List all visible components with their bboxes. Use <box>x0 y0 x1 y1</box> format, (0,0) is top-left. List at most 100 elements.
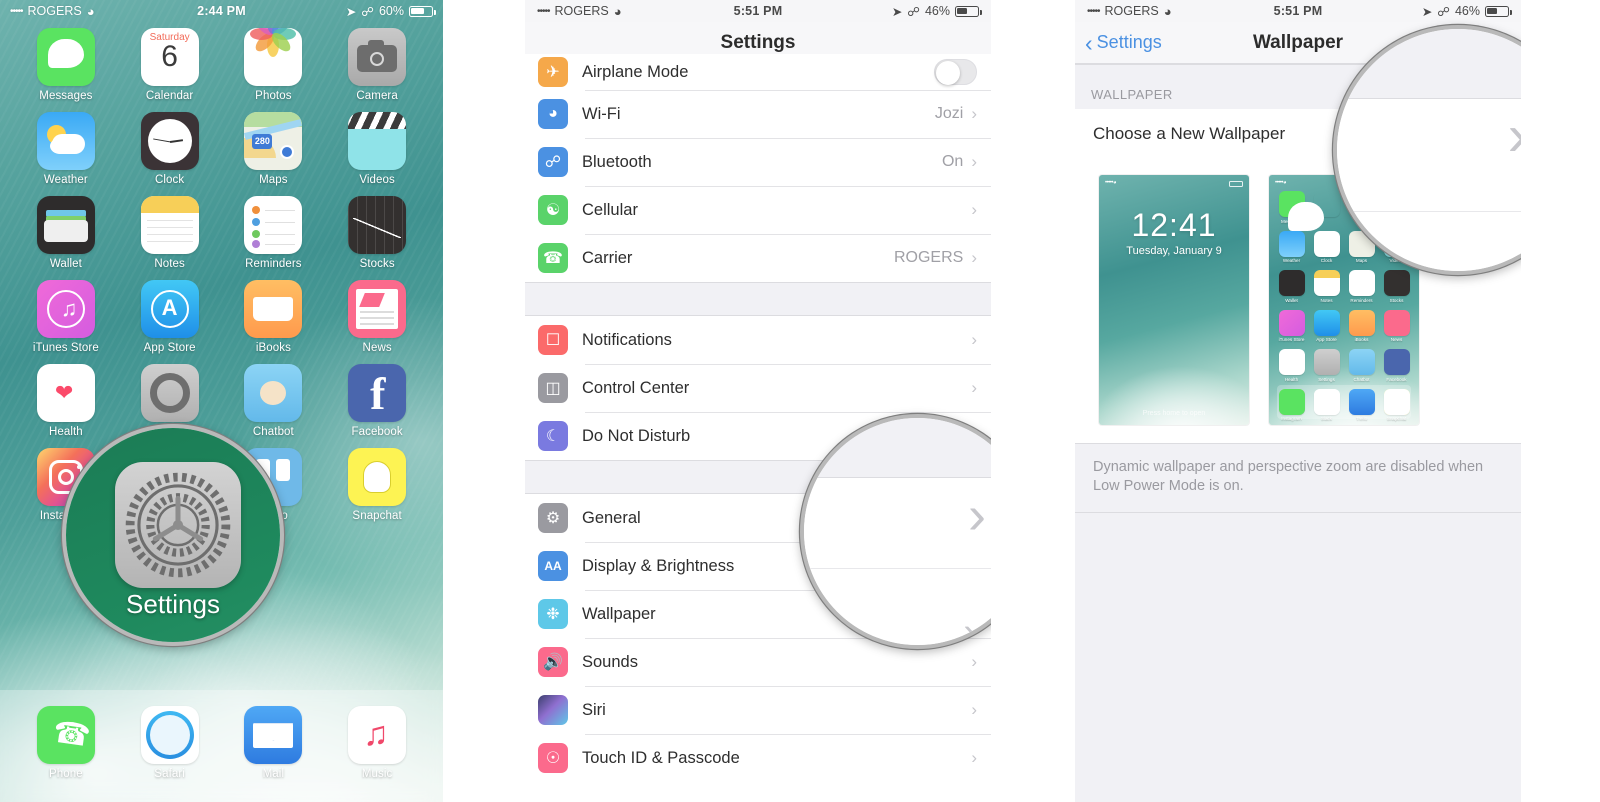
row-label: Cellular <box>582 200 638 219</box>
carrier-label: ROGERS <box>27 4 82 18</box>
settings-row-bluetooth[interactable]: ☍ Bluetooth On › <box>525 138 991 186</box>
screenshot-stage: ••••• ROGERS ◕ 2:44 PM ➤ ☍ 60% Messages … <box>0 0 1600 802</box>
app-icon-camera[interactable]: Camera <box>325 28 429 102</box>
wallpaper-footer-note: Dynamic wallpaper and perspective zoom a… <box>1075 443 1521 513</box>
settings-gear-icon <box>140 364 199 422</box>
app-label: iBooks <box>255 342 291 354</box>
dock-item-phone[interactable]: ☎ Phone <box>14 706 118 802</box>
mail-envelope-icon <box>244 706 303 764</box>
app-icon-maps[interactable]: 280 Maps <box>222 112 326 186</box>
app-icon-stocks[interactable]: Stocks <box>325 196 429 270</box>
app-label: Phone <box>48 768 83 780</box>
app-label: Messages <box>39 90 93 102</box>
lock-screen-wallpaper-preview[interactable]: •••••◕ 12:41 Tuesday, January 9 Press ho… <box>1099 175 1249 425</box>
app-icon-facebook[interactable]: f Facebook <box>325 364 429 438</box>
chevron-right-icon: › <box>971 104 977 123</box>
carrier-phone-icon: ☎ <box>538 243 568 273</box>
app-label: Facebook <box>351 426 403 438</box>
preview-app: iTunes Store <box>1277 309 1306 342</box>
dock-item-safari[interactable]: Safari <box>118 706 222 802</box>
app-icon-messages[interactable]: Messages <box>14 28 118 102</box>
preview-app: Wallet <box>1277 270 1306 303</box>
chevron-left-icon: ‹ <box>1085 29 1093 56</box>
row-label: Control Center <box>582 378 690 397</box>
choose-wallpaper-magnifier-callout: › <box>1333 25 1521 275</box>
wallpaper-settings-panel: ••••• ROGERS ◕ 5:51 PM ➤ ☍ 46% ‹ Setting… <box>1075 0 1521 802</box>
airplane-icon: ✈ <box>538 57 568 87</box>
row-label: Airplane Mode <box>582 62 689 81</box>
row-label: Carrier <box>582 248 633 267</box>
control-center-icon: ◫ <box>538 373 568 403</box>
facebook-icon: f <box>348 364 407 422</box>
general-gear-icon: ⚙ <box>538 503 568 533</box>
app-icon-itunes-store[interactable]: ♫ iTunes Store <box>14 280 118 354</box>
bluetooth-icon: ☍ <box>907 4 920 19</box>
app-icon-health[interactable]: ❤ Health <box>14 364 118 438</box>
reminders-icon <box>244 196 303 254</box>
app-store-icon: A <box>140 280 199 338</box>
bluetooth-icon: ☍ <box>538 147 568 177</box>
app-icon-chatbot[interactable]: Chatbot <box>222 364 326 438</box>
app-label: Safari <box>154 768 185 780</box>
settings-row-control-center[interactable]: ◫ Control Center › <box>525 364 991 412</box>
preview-lock-date: Tuesday, January 9 <box>1126 245 1222 257</box>
calendar-icon: Saturday 6 <box>140 28 199 86</box>
app-icon-calendar[interactable]: Saturday 6 Calendar <box>118 28 222 102</box>
app-label: Music <box>361 768 393 780</box>
wifi-icon: ◕ <box>538 99 568 129</box>
row-value: On <box>941 153 964 170</box>
settings-row-wifi[interactable]: ◕ Wi-Fi Jozi › <box>525 90 991 138</box>
app-icon-clock[interactable]: Clock <box>118 112 222 186</box>
row-label: Bluetooth <box>582 152 652 171</box>
row-value: Jozi <box>934 105 964 122</box>
app-label: Wallet <box>49 258 82 270</box>
location-arrow-icon: ➤ <box>1421 4 1433 19</box>
app-icon-wallet[interactable]: Wallet <box>14 196 118 270</box>
settings-list-panel: ••••• ROGERS ◕ 5:51 PM ➤ ☍ 46% Settings … <box>525 0 991 802</box>
settings-row-carrier[interactable]: ☎ Carrier ROGERS › <box>525 234 991 282</box>
chevron-right-icon: › <box>971 248 977 267</box>
status-time: 5:51 PM <box>733 4 783 18</box>
app-icon-videos[interactable]: Videos <box>325 112 429 186</box>
back-label: Settings <box>1096 32 1162 52</box>
safari-compass-icon <box>140 706 199 764</box>
photos-icon <box>244 28 303 86</box>
calendar-day: 6 <box>161 40 178 73</box>
battery-icon <box>955 5 982 17</box>
status-time: 5:51 PM <box>1273 4 1323 18</box>
phone-icon: ☎ <box>36 706 95 764</box>
app-icon-ibooks[interactable]: iBooks <box>222 280 326 354</box>
app-label: iTunes Store <box>32 342 99 354</box>
app-icon-app-store[interactable]: A App Store <box>118 280 222 354</box>
app-label: Camera <box>356 90 398 102</box>
app-label: News <box>362 342 392 354</box>
preview-status-bar: •••••◕ <box>1275 180 1287 186</box>
app-icon-notes[interactable]: Notes <box>118 196 222 270</box>
dock-item-music[interactable]: ♫ Music <box>325 706 429 802</box>
settings-row-cellular[interactable]: ☯ Cellular › <box>525 186 991 234</box>
app-label: Notes <box>154 258 185 270</box>
back-to-settings-button[interactable]: ‹ Settings <box>1075 29 1162 56</box>
row-label: Sounds <box>582 652 638 671</box>
app-icon-snapchat[interactable]: Snapchat <box>325 448 429 522</box>
battery-icon <box>409 5 436 17</box>
preview-lock-footer: Press home to open <box>1142 410 1206 417</box>
settings-app-magnifier-callout: Settings <box>62 424 284 646</box>
app-icon-weather[interactable]: Weather <box>14 112 118 186</box>
chevron-right-icon: › <box>971 700 977 719</box>
preview-dock <box>1277 385 1411 419</box>
app-icon-photos[interactable]: Photos <box>222 28 326 102</box>
settings-row-siri[interactable]: Siri › <box>525 686 991 734</box>
dock-item-mail[interactable]: Mail <box>222 706 326 802</box>
app-label: Maps <box>259 174 288 186</box>
app-icon-reminders[interactable]: Reminders <box>222 196 326 270</box>
app-icon-news[interactable]: News <box>325 280 429 354</box>
chatbot-icon <box>244 364 303 422</box>
chevron-right-icon: › <box>971 378 977 397</box>
settings-row-airplane-mode[interactable]: ✈ Airplane Mode <box>525 54 991 90</box>
chevron-right-icon: › <box>971 330 977 349</box>
preview-app: Stocks <box>1382 270 1411 303</box>
settings-row-touch-id-passcode[interactable]: ☉ Touch ID & Passcode › <box>525 734 991 782</box>
settings-row-notifications[interactable]: ☐ Notifications › <box>525 316 991 364</box>
airplane-mode-toggle[interactable] <box>934 59 977 85</box>
